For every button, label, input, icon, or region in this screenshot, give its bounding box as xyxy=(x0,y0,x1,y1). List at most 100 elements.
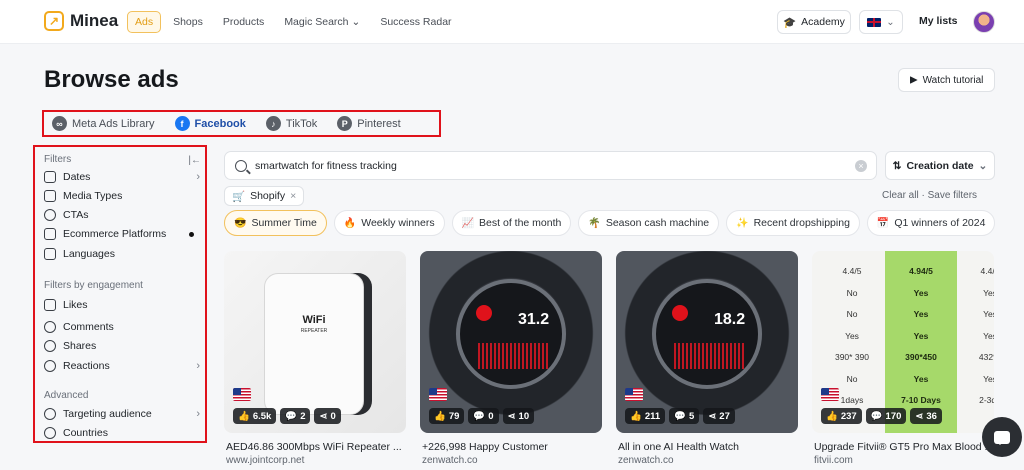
nav-shops[interactable]: Shops xyxy=(165,11,211,33)
table-cell: Yes xyxy=(845,330,859,341)
ad-domain[interactable]: fitvii.com xyxy=(814,455,853,466)
tag-summer-time[interactable]: 😎 Summer Time xyxy=(224,210,327,236)
ad-card[interactable]: 4.4/5 4.94/5 4.4/5 No Yes Yes No Yes Yes Yes Yes Ye… xyxy=(812,251,994,433)
likes-stat: 👍 6.5k xyxy=(233,408,277,424)
ad-title[interactable]: +226,998 Happy Customer xyxy=(422,441,604,453)
my-lists-link[interactable]: My lists xyxy=(919,15,958,27)
comments-stat: 💬 0 xyxy=(468,408,499,424)
search-input[interactable] xyxy=(255,159,835,172)
clear-search-icon[interactable]: × xyxy=(855,160,867,172)
filter-ecommerce-platforms[interactable]: Ecommerce Platforms xyxy=(44,228,200,240)
ad-domain[interactable]: zenwatch.co xyxy=(422,455,478,466)
share-icon: ⋖ xyxy=(915,410,924,422)
filter-comments[interactable]: Comments xyxy=(44,321,200,333)
table-cell: Yes xyxy=(913,309,929,319)
table-cell: Yes xyxy=(983,373,994,384)
filters-sidebar: Filters |← Dates › Media Types CTAs Ecomm… xyxy=(33,145,207,443)
minea-logo[interactable]: ↗ Minea xyxy=(44,11,118,31)
meta-icon: ∞ xyxy=(52,116,67,131)
sort-dropdown[interactable]: ⇅ Creation date ⌄ xyxy=(885,151,995,180)
filter-label: Countries xyxy=(63,427,108,439)
ad-stats: 👍 211 💬 5 ⋖ 27 xyxy=(625,408,735,424)
filter-media-types[interactable]: Media Types xyxy=(44,190,200,202)
comment-icon: 💬 xyxy=(473,410,486,422)
us-flag-icon xyxy=(625,388,643,401)
tab-meta-ads-library[interactable]: ∞ Meta Ads Library xyxy=(52,116,155,131)
tag-weekly-winners[interactable]: 🔥 Weekly winners xyxy=(333,210,445,236)
nav-success-radar[interactable]: Success Radar xyxy=(372,11,459,33)
filter-shares[interactable]: Shares xyxy=(44,340,200,352)
tag-recent-dropshipping[interactable]: ✨ Recent dropshipping xyxy=(726,210,860,236)
ad-title[interactable]: AED46.86 300Mbps WiFi Repeater ... xyxy=(226,441,408,453)
tag-best-of-month[interactable]: 📈 Best of the month xyxy=(451,210,572,236)
table-cell: No xyxy=(846,309,858,319)
table-cell: No xyxy=(846,287,858,298)
chip-label: Shopify xyxy=(250,190,286,202)
ad-thumbnail: 31.2 xyxy=(456,279,566,389)
tab-tiktok[interactable]: ♪ TikTok xyxy=(265,116,317,131)
comments-stat: 💬 5 xyxy=(669,408,700,424)
ad-card[interactable]: 18.2 👍 211 💬 5 ⋖ 27 xyxy=(616,251,798,433)
academy-button[interactable]: 🎓 Academy xyxy=(777,10,851,34)
shares-count: 10 xyxy=(518,410,530,422)
fire-icon: 🔥 xyxy=(343,217,357,229)
tag-label: Best of the month xyxy=(479,217,562,229)
share-icon xyxy=(44,340,56,352)
thumbs-up-icon: 👍 xyxy=(434,410,446,422)
tag-season-cash-machine[interactable]: 🌴 Season cash machine xyxy=(578,210,720,236)
save-filters-link[interactable]: Save filters xyxy=(928,190,977,201)
comment-icon: 💬 xyxy=(870,410,883,422)
filter-ctas[interactable]: CTAs xyxy=(44,209,200,221)
chat-icon xyxy=(994,430,1010,445)
nav-magic-search[interactable]: Magic Search ⌄ xyxy=(276,11,368,33)
palm-tree-icon: 🌴 xyxy=(588,217,601,229)
watch-tutorial-button[interactable]: Watch tutorial xyxy=(898,68,995,92)
main-nav: Ads Shops Products Magic Search ⌄ Success… xyxy=(127,11,464,33)
ad-title[interactable]: All in one AI Health Watch xyxy=(618,441,800,453)
shares-stat: ⋖ 10 xyxy=(502,408,535,424)
table-cell: 390* 390 xyxy=(834,352,870,362)
sort-icon: ⇅ xyxy=(892,159,902,172)
tag-q1-winners[interactable]: 📅 Q1 winners of 2024 xyxy=(866,210,996,236)
filter-targeting-audience[interactable]: Targeting audience › xyxy=(44,408,200,420)
chevron-right-icon: › xyxy=(196,408,200,420)
filters-heading: Filters xyxy=(44,154,72,165)
filter-languages[interactable]: Languages xyxy=(44,248,200,260)
tab-pinterest[interactable]: P Pinterest xyxy=(337,116,401,131)
us-flag-icon xyxy=(821,388,839,401)
globe-icon xyxy=(44,427,56,439)
app-name: Minea xyxy=(70,11,119,30)
tag-label: Q1 winners of 2024 xyxy=(894,217,986,229)
tab-label: Pinterest xyxy=(357,117,401,130)
language-selector[interactable]: ⌄ xyxy=(859,10,903,34)
avatar[interactable] xyxy=(973,11,995,33)
graduation-cap-icon: 🎓 xyxy=(783,16,797,29)
thumbnail-text: WiFi xyxy=(302,314,326,326)
ad-domain[interactable]: zenwatch.co xyxy=(618,455,674,466)
ad-domain[interactable]: www.jointcorp.net xyxy=(226,455,304,466)
shares-count: 27 xyxy=(719,410,730,422)
likes-count: 237 xyxy=(840,410,857,422)
nav-ads[interactable]: Ads xyxy=(127,11,162,33)
filter-countries[interactable]: Countries xyxy=(44,427,200,439)
filter-dates[interactable]: Dates › xyxy=(44,171,200,183)
filter-reactions[interactable]: Reactions › xyxy=(44,360,200,372)
ad-card[interactable]: WiFi REPEATER 👍 6.5k 💬 2 ⋖ 0 xyxy=(224,251,406,433)
platform-tabs: ∞ Meta Ads Library f Facebook ♪ TikTok P Pin… xyxy=(42,110,441,137)
table-cell: 390*450 xyxy=(905,352,937,362)
ad-title[interactable]: Upgrade Fitvii® GT5 Pro Max Blood ... xyxy=(814,441,996,453)
tab-facebook[interactable]: f Facebook xyxy=(174,116,246,131)
collapse-sidebar-icon[interactable]: |← xyxy=(188,155,201,166)
table-cell: 7-10 Days xyxy=(901,395,941,405)
filter-likes[interactable]: Likes xyxy=(44,299,200,311)
tiktok-icon: ♪ xyxy=(265,116,281,131)
likes-count: 79 xyxy=(448,410,460,422)
clear-all-link[interactable]: Clear all xyxy=(882,190,919,201)
chat-button[interactable] xyxy=(982,417,1022,457)
active-filter-chip[interactable]: 🛒 Shopify × xyxy=(224,186,305,206)
nav-products[interactable]: Products xyxy=(215,11,272,33)
watch-tutorial-label: Watch tutorial xyxy=(922,74,984,86)
share-icon: ⋖ xyxy=(319,410,328,422)
ad-card[interactable]: 31.2 👍 79 💬 0 ⋖ 10 xyxy=(420,251,602,433)
remove-chip-icon[interactable]: × xyxy=(290,190,296,202)
